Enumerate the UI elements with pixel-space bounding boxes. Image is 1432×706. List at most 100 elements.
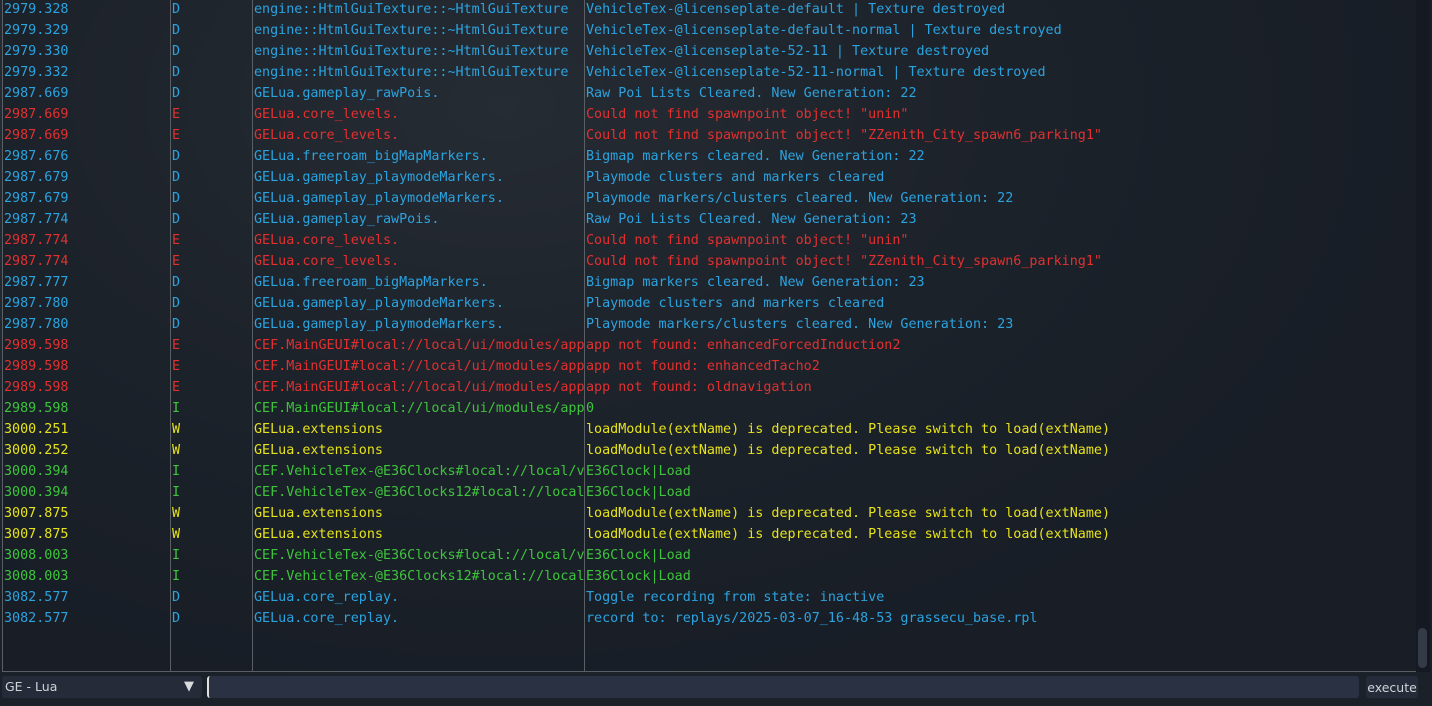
log-row: 2987.774 E GELua.core_levels. Could not fin… bbox=[2, 230, 1416, 251]
log-message: app not found: enhancedForcedInduction2 bbox=[586, 338, 901, 353]
log-time: 3000.394 bbox=[4, 464, 69, 479]
log-row: 2987.780 D GELua.gameplay_playmodeMarkers.… bbox=[2, 293, 1416, 314]
log-level: D bbox=[172, 275, 181, 290]
log-origin: GELua.extensions bbox=[254, 527, 383, 542]
log-message: Bigmap markers cleared. New Generation: … bbox=[586, 275, 925, 290]
log-level: W bbox=[172, 443, 181, 458]
log-message: E36Clock|Load bbox=[586, 485, 691, 500]
log-time: 2979.332 bbox=[4, 65, 69, 80]
log-origin: CEF.VehicleTex-@E36Clocks12#local://loca… bbox=[254, 569, 585, 584]
log-origin: GELua.extensions bbox=[254, 422, 383, 437]
log-time: 2987.669 bbox=[4, 107, 69, 122]
log-level: D bbox=[172, 44, 181, 59]
log-origin: CEF.VehicleTex-@E36Clocks12#local://loca… bbox=[254, 485, 585, 500]
log-row: 2987.669 E GELua.core_levels. Could not fin… bbox=[2, 104, 1416, 125]
log-origin: CEF.MainGEUI#local://local/ui/modules/ap… bbox=[254, 359, 585, 374]
log-origin: GELua.core_replay. bbox=[254, 611, 400, 626]
log-time: 2979.330 bbox=[4, 44, 69, 59]
console-log: 2979.328 Dengine::HtmlGuiTexture::~HtmlGu… bbox=[2, 0, 1416, 672]
log-row: 2989.598 E CEF.MainGEUI#local://local/ui/m… bbox=[2, 335, 1416, 356]
log-time: 3007.875 bbox=[4, 527, 69, 542]
log-level: I bbox=[172, 548, 181, 563]
log-origin: GELua.gameplay_playmodeMarkers. bbox=[254, 317, 504, 332]
log-row: 2989.598 I CEF.MainGEUI#local://local/ui/m… bbox=[2, 398, 1416, 419]
log-time: 2987.679 bbox=[4, 170, 69, 185]
log-level: D bbox=[172, 149, 181, 164]
log-level: D bbox=[172, 212, 181, 227]
log-level: I bbox=[172, 464, 181, 479]
log-row: 2987.669 D GELua.gameplay_rawPois. Raw Poi … bbox=[2, 83, 1416, 104]
log-time: 2989.598 bbox=[4, 380, 69, 395]
log-message: Could not find spawnpoint object! "unin" bbox=[586, 107, 909, 122]
log-time: 3007.875 bbox=[4, 506, 69, 521]
log-row: 2989.598 E CEF.MainGEUI#local://local/ui/m… bbox=[2, 377, 1416, 398]
log-origin: GELua.freeroam_bigMapMarkers. bbox=[254, 149, 488, 164]
triangle-down-icon[interactable]: ▼ bbox=[184, 676, 194, 698]
log-level: E bbox=[172, 338, 181, 353]
log-row: 2987.679 D GELua.gameplay_playmodeMarkers.… bbox=[2, 188, 1416, 209]
log-message: E36Clock|Load bbox=[586, 464, 691, 479]
log-time: 3000.252 bbox=[4, 443, 69, 458]
log-time: 2987.780 bbox=[4, 317, 69, 332]
log-time: 2979.329 bbox=[4, 23, 69, 38]
log-time: 2989.598 bbox=[4, 401, 69, 416]
log-time: 2987.669 bbox=[4, 86, 69, 101]
log-level: D bbox=[172, 23, 181, 38]
log-origin: GELua.core_levels. bbox=[254, 254, 400, 269]
log-origin: engine::HtmlGuiTexture::~HtmlGuiTexture bbox=[254, 23, 569, 38]
log-message: VehicleTex-@licenseplate-52-11-normal | … bbox=[586, 65, 1046, 80]
log-message: VehicleTex-@licenseplate-default | Textu… bbox=[586, 2, 1006, 17]
log-level: E bbox=[172, 107, 181, 122]
log-message: loadModule(extName) is deprecated. Pleas… bbox=[586, 443, 1111, 458]
log-message: VehicleTex-@licenseplate-default-normal … bbox=[586, 23, 1062, 38]
log-level: I bbox=[172, 485, 181, 500]
log-origin: GELua.extensions bbox=[254, 443, 383, 458]
log-row: 3000.394 I CEF.VehicleTex-@E36Clocks#local… bbox=[2, 461, 1416, 482]
log-row: 2979.332 Dengine::HtmlGuiTexture::~HtmlGu… bbox=[2, 62, 1416, 83]
log-level: W bbox=[172, 527, 181, 542]
log-level: E bbox=[172, 380, 181, 395]
log-level: D bbox=[172, 2, 181, 17]
execute-button[interactable]: execute bbox=[1366, 676, 1418, 698]
log-scrollbar[interactable] bbox=[1416, 0, 1430, 672]
log-message: Toggle recording from state: inactive bbox=[586, 590, 885, 605]
log-time: 2989.598 bbox=[4, 359, 69, 374]
log-time: 3008.003 bbox=[4, 569, 69, 584]
log-origin: GELua.core_replay. bbox=[254, 590, 400, 605]
log-message: loadModule(extName) is deprecated. Pleas… bbox=[586, 422, 1111, 437]
log-row: 2979.328 Dengine::HtmlGuiTexture::~HtmlGu… bbox=[2, 0, 1416, 20]
log-row: 2987.774 E GELua.core_levels. Could not fin… bbox=[2, 251, 1416, 272]
log-row: 3007.875 W GELua.extensions loadModule(extN… bbox=[2, 524, 1416, 545]
log-row: 3000.252 W GELua.extensions loadModule(extN… bbox=[2, 440, 1416, 461]
log-origin: GELua.core_levels. bbox=[254, 128, 400, 143]
log-time: 3082.577 bbox=[4, 611, 69, 626]
log-origin: CEF.VehicleTex-@E36Clocks#local://local/… bbox=[254, 464, 585, 479]
scrollbar-thumb[interactable] bbox=[1418, 628, 1427, 668]
log-origin: GELua.extensions bbox=[254, 506, 383, 521]
log-message: E36Clock|Load bbox=[586, 569, 691, 584]
context-dropdown-value: GE - Lua bbox=[5, 679, 58, 694]
log-message: 0 bbox=[586, 401, 595, 416]
log-origin: GELua.gameplay_playmodeMarkers. bbox=[254, 170, 504, 185]
context-dropdown[interactable]: GE - Lua ▼ bbox=[2, 676, 202, 698]
log-origin: CEF.MainGEUI#local://local/ui/modules/ap… bbox=[254, 380, 585, 395]
log-level: D bbox=[172, 65, 181, 80]
log-level: D bbox=[172, 191, 181, 206]
log-time: 2987.780 bbox=[4, 296, 69, 311]
log-origin: GELua.core_levels. bbox=[254, 107, 400, 122]
log-row: 3007.875 W GELua.extensions loadModule(extN… bbox=[2, 503, 1416, 524]
log-time: 3082.577 bbox=[4, 590, 69, 605]
log-level: D bbox=[172, 317, 181, 332]
log-row: 3008.003 I CEF.VehicleTex-@E36Clocks12#loc… bbox=[2, 566, 1416, 587]
log-row: 2989.598 E CEF.MainGEUI#local://local/ui/m… bbox=[2, 356, 1416, 377]
log-message: Could not find spawnpoint object! "ZZeni… bbox=[586, 254, 1102, 269]
log-message: VehicleTex-@licenseplate-52-11 | Texture… bbox=[586, 44, 990, 59]
log-time: 2987.774 bbox=[4, 233, 69, 248]
log-level: D bbox=[172, 170, 181, 185]
command-input[interactable] bbox=[207, 676, 1359, 698]
log-time: 2987.669 bbox=[4, 128, 69, 143]
log-level: W bbox=[172, 506, 181, 521]
log-message: Playmode markers/clusters cleared. New G… bbox=[586, 317, 1014, 332]
log-row: 2987.669 E GELua.core_levels. Could not fin… bbox=[2, 125, 1416, 146]
log-level: D bbox=[172, 296, 181, 311]
